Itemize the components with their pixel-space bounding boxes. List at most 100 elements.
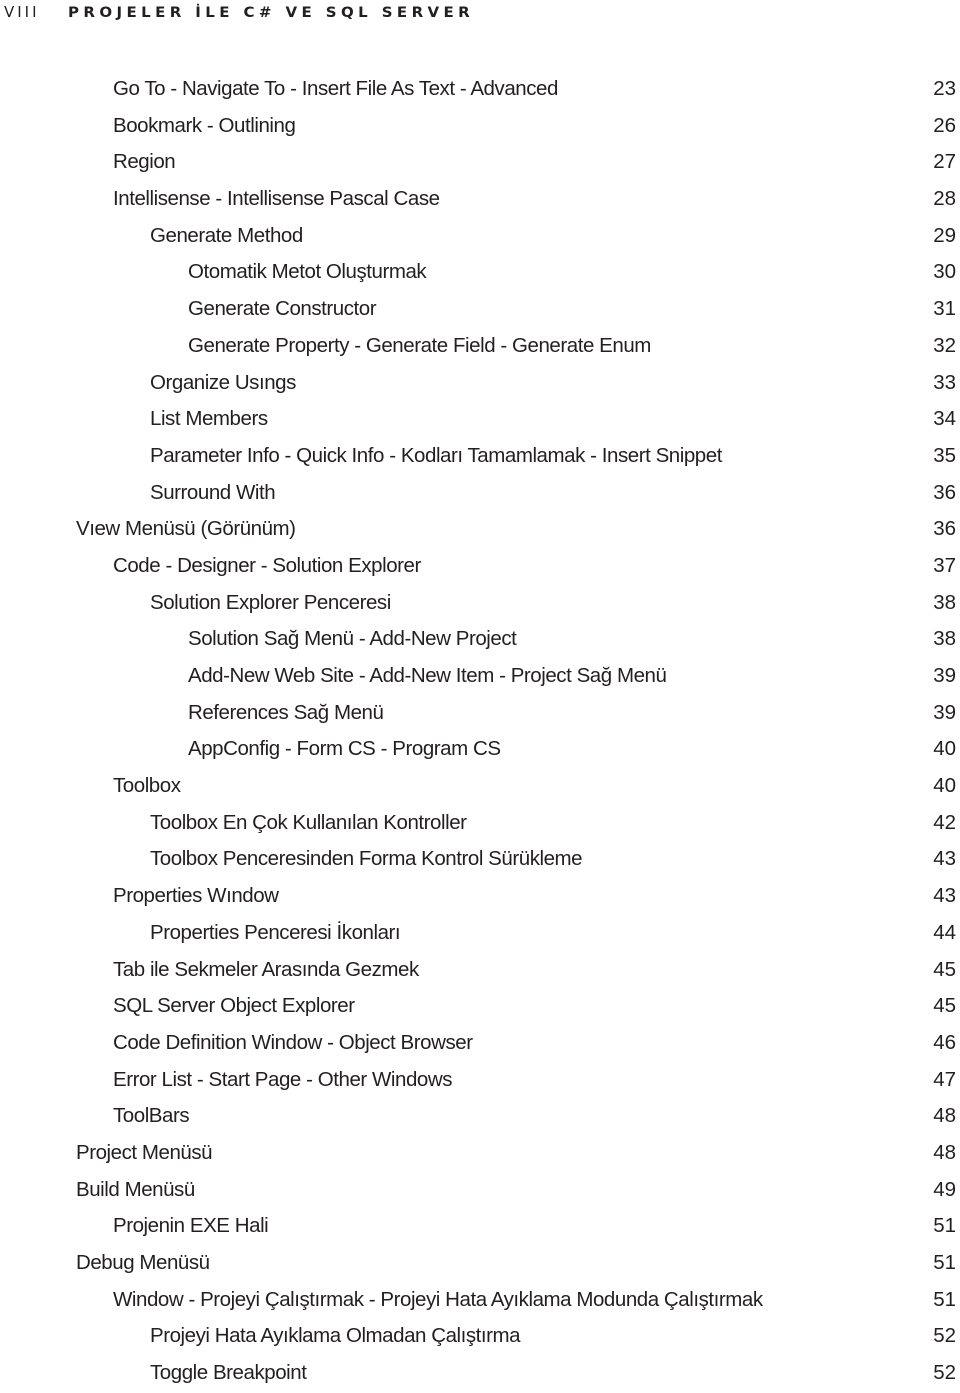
toc-entry[interactable]: Surround With 36 — [0, 476, 960, 513]
toc-entry-title: References Sağ Menü — [188, 700, 384, 724]
toc-entry-title: Debug Menüsü — [76, 1251, 210, 1274]
toc-entry-title: Intellisense - Intellisense Pascal Case — [113, 187, 440, 211]
toc-entry[interactable]: AppConfig - Form CS - Program CS 40 — [0, 732, 960, 769]
toc-entry[interactable]: References Sağ Menü 39 — [0, 696, 960, 733]
toc-entry[interactable]: Code Definition Window - Object Browser … — [0, 1026, 960, 1063]
toc-entry-page-number: 51 — [933, 1287, 956, 1311]
toc-entry[interactable]: Bookmark - Outlining 26 — [0, 109, 960, 146]
toc-entry-title: Otomatik Metot Oluşturmak — [188, 260, 427, 284]
toc-entry-page-number: 51 — [933, 1251, 956, 1274]
toc-entry-page-number: 47 — [933, 1067, 956, 1091]
toc-entry[interactable]: Otomatik Metot Oluşturmak 30 — [0, 255, 960, 292]
toc-entry-title: Solution Explorer Penceresi — [150, 590, 391, 614]
toc-entry[interactable]: Toggle Breakpoint 52 — [0, 1356, 960, 1393]
toc-entry-title: Surround With — [150, 480, 276, 504]
toc-entry[interactable]: Add-New Web Site - Add-New Item - Projec… — [0, 659, 960, 696]
toc-entry[interactable]: Vıew Menüsü (Görünüm) 36 — [0, 512, 960, 549]
toc-entry[interactable]: Code - Designer - Solution Explorer 37 — [0, 549, 960, 586]
toc-entry-title: Toolbox En Çok Kullanılan Kontroller — [150, 810, 467, 834]
toc-entry-page-number: 30 — [933, 260, 956, 284]
toc-entry[interactable]: Toolbox 40 — [0, 769, 960, 806]
toc-entry-title: Toolbox Penceresinden Forma Kontrol Sürü… — [150, 847, 583, 871]
toc-entry-page-number: 51 — [933, 1214, 956, 1238]
toc-entry-title: Project Menüsü — [76, 1140, 213, 1164]
toc-entry-page-number: 39 — [933, 700, 956, 724]
toc-entry-title: Projeyi Hata Ayıklama Olmadan Çalıştırma — [150, 1324, 521, 1348]
toc-entry-page-number: 45 — [933, 957, 956, 981]
toc-entry[interactable]: Intellisense - Intellisense Pascal Case … — [0, 182, 960, 219]
toc-entry-page-number: 48 — [933, 1104, 956, 1128]
toc-entry-title: Parameter Info - Quick Info - Kodları Ta… — [150, 443, 722, 467]
toc-entry[interactable]: SQL Server Object Explorer 45 — [0, 989, 960, 1026]
toc-entry-page-number: 52 — [933, 1324, 956, 1348]
toc-entry-page-number: 37 — [933, 553, 956, 577]
toc-entry-title: ToolBars — [113, 1104, 190, 1128]
toc-entry[interactable]: Go To - Navigate To - Insert File As Tex… — [0, 72, 960, 109]
toc-entry-title: Properties Penceresi İkonları — [150, 920, 401, 944]
toc-entry-title: Error List - Start Page - Other Windows — [113, 1067, 453, 1091]
toc-entry[interactable]: Projeyi Hata Ayıklama Olmadan Çalıştırma… — [0, 1319, 960, 1356]
toc-entry-title: Generate Method — [150, 223, 303, 247]
toc-entry-title: Go To - Navigate To - Insert File As Tex… — [113, 77, 558, 100]
toc-entry-title: List Members — [150, 407, 268, 431]
toc-entry-title: Generate Constructor — [188, 297, 377, 321]
toc-entry-title: AppConfig - Form CS - Program CS — [188, 737, 501, 761]
toc-entry[interactable]: Properties Wındow 43 — [0, 879, 960, 916]
toc-entry-page-number: 31 — [933, 297, 956, 321]
toc-entry[interactable]: Solution Sağ Menü - Add-New Project 38 — [0, 622, 960, 659]
toc-entry-page-number: 45 — [933, 994, 956, 1018]
toc-entry[interactable]: Properties Penceresi İkonları 44 — [0, 916, 960, 953]
toc-entry[interactable]: Debug Menüsü 51 — [0, 1246, 960, 1283]
toc-entry-title: Code - Designer - Solution Explorer — [113, 553, 421, 577]
toc-entry-page-number: 36 — [933, 480, 956, 504]
running-head: VIII PROJELER İLE C# VE SQL SERVER — [0, 0, 960, 24]
toc-entry[interactable]: Generate Method 29 — [0, 219, 960, 256]
toc-entry-title: Properties Wındow — [113, 884, 279, 908]
toc-entry[interactable]: Generate Property - Generate Field - Gen… — [0, 329, 960, 366]
toc-entry-page-number: 49 — [933, 1177, 956, 1201]
toc-entry-page-number: 48 — [933, 1140, 956, 1164]
toc-entry-page-number: 28 — [933, 187, 956, 211]
toc-entry-title: Bookmark - Outlining — [113, 113, 296, 137]
toc-entry-page-number: 29 — [933, 223, 956, 247]
toc-entry-page-number: 27 — [933, 150, 956, 174]
toc-entry-title: Code Definition Window - Object Browser — [113, 1030, 473, 1054]
toc-entry-title: Toolbox — [113, 774, 181, 798]
toc-entry[interactable]: Tab ile Sekmeler Arasında Gezmek 45 — [0, 953, 960, 990]
toc-entry-title: Build Menüsü — [76, 1177, 195, 1201]
toc-entry-page-number: 26 — [933, 113, 956, 137]
toc-entry-title: Window - Projeyi Çalıştırmak - Projeyi H… — [113, 1287, 763, 1311]
toc-entry-title: Generate Property - Generate Field - Gen… — [188, 333, 651, 357]
toc-entry[interactable]: Build Menüsü 49 — [0, 1173, 960, 1210]
toc-entry-page-number: 38 — [933, 590, 956, 614]
toc-entry[interactable]: List Members 34 — [0, 402, 960, 439]
toc-entry-page-number: 46 — [933, 1030, 956, 1054]
toc-entry[interactable]: Window - Projeyi Çalıştırmak - Projeyi H… — [0, 1283, 960, 1320]
table-of-contents: Go To - Navigate To - Insert File As Tex… — [0, 72, 960, 1393]
toc-entry[interactable]: Toolbox En Çok Kullanılan Kontroller 42 — [0, 806, 960, 843]
toc-entry[interactable]: Toolbox Penceresinden Forma Kontrol Sürü… — [0, 842, 960, 879]
toc-entry-title: Add-New Web Site - Add-New Item - Projec… — [188, 664, 667, 687]
toc-entry[interactable]: Solution Explorer Penceresi 38 — [0, 586, 960, 623]
toc-entry-page-number: 35 — [933, 443, 956, 467]
toc-entry[interactable]: Parameter Info - Quick Info - Kodları Ta… — [0, 439, 960, 476]
toc-entry-page-number: 52 — [933, 1361, 956, 1385]
toc-entry[interactable]: Generate Constructor 31 — [0, 292, 960, 329]
toc-entry[interactable]: Error List - Start Page - Other Windows … — [0, 1063, 960, 1100]
page-folio: VIII — [4, 3, 40, 21]
toc-entry[interactable]: Projenin EXE Hali 51 — [0, 1209, 960, 1246]
toc-entry-page-number: 33 — [933, 370, 956, 394]
toc-entry-title: Solution Sağ Menü - Add-New Project — [188, 627, 517, 651]
toc-entry-page-number: 38 — [933, 627, 956, 651]
toc-entry[interactable]: ToolBars 48 — [0, 1099, 960, 1136]
toc-entry-title: Region — [113, 150, 176, 174]
toc-entry-page-number: 39 — [933, 664, 956, 687]
toc-entry[interactable]: Region 27 — [0, 145, 960, 182]
toc-entry-page-number: 42 — [933, 810, 956, 834]
book-title: PROJELER İLE C# VE SQL SERVER — [68, 3, 475, 21]
toc-entry-page-number: 43 — [933, 847, 956, 871]
toc-entry[interactable]: Project Menüsü 48 — [0, 1136, 960, 1173]
toc-entry[interactable]: Organize Usıngs 33 — [0, 366, 960, 403]
toc-entry-page-number: 34 — [933, 407, 956, 431]
toc-entry-page-number: 40 — [933, 774, 956, 798]
